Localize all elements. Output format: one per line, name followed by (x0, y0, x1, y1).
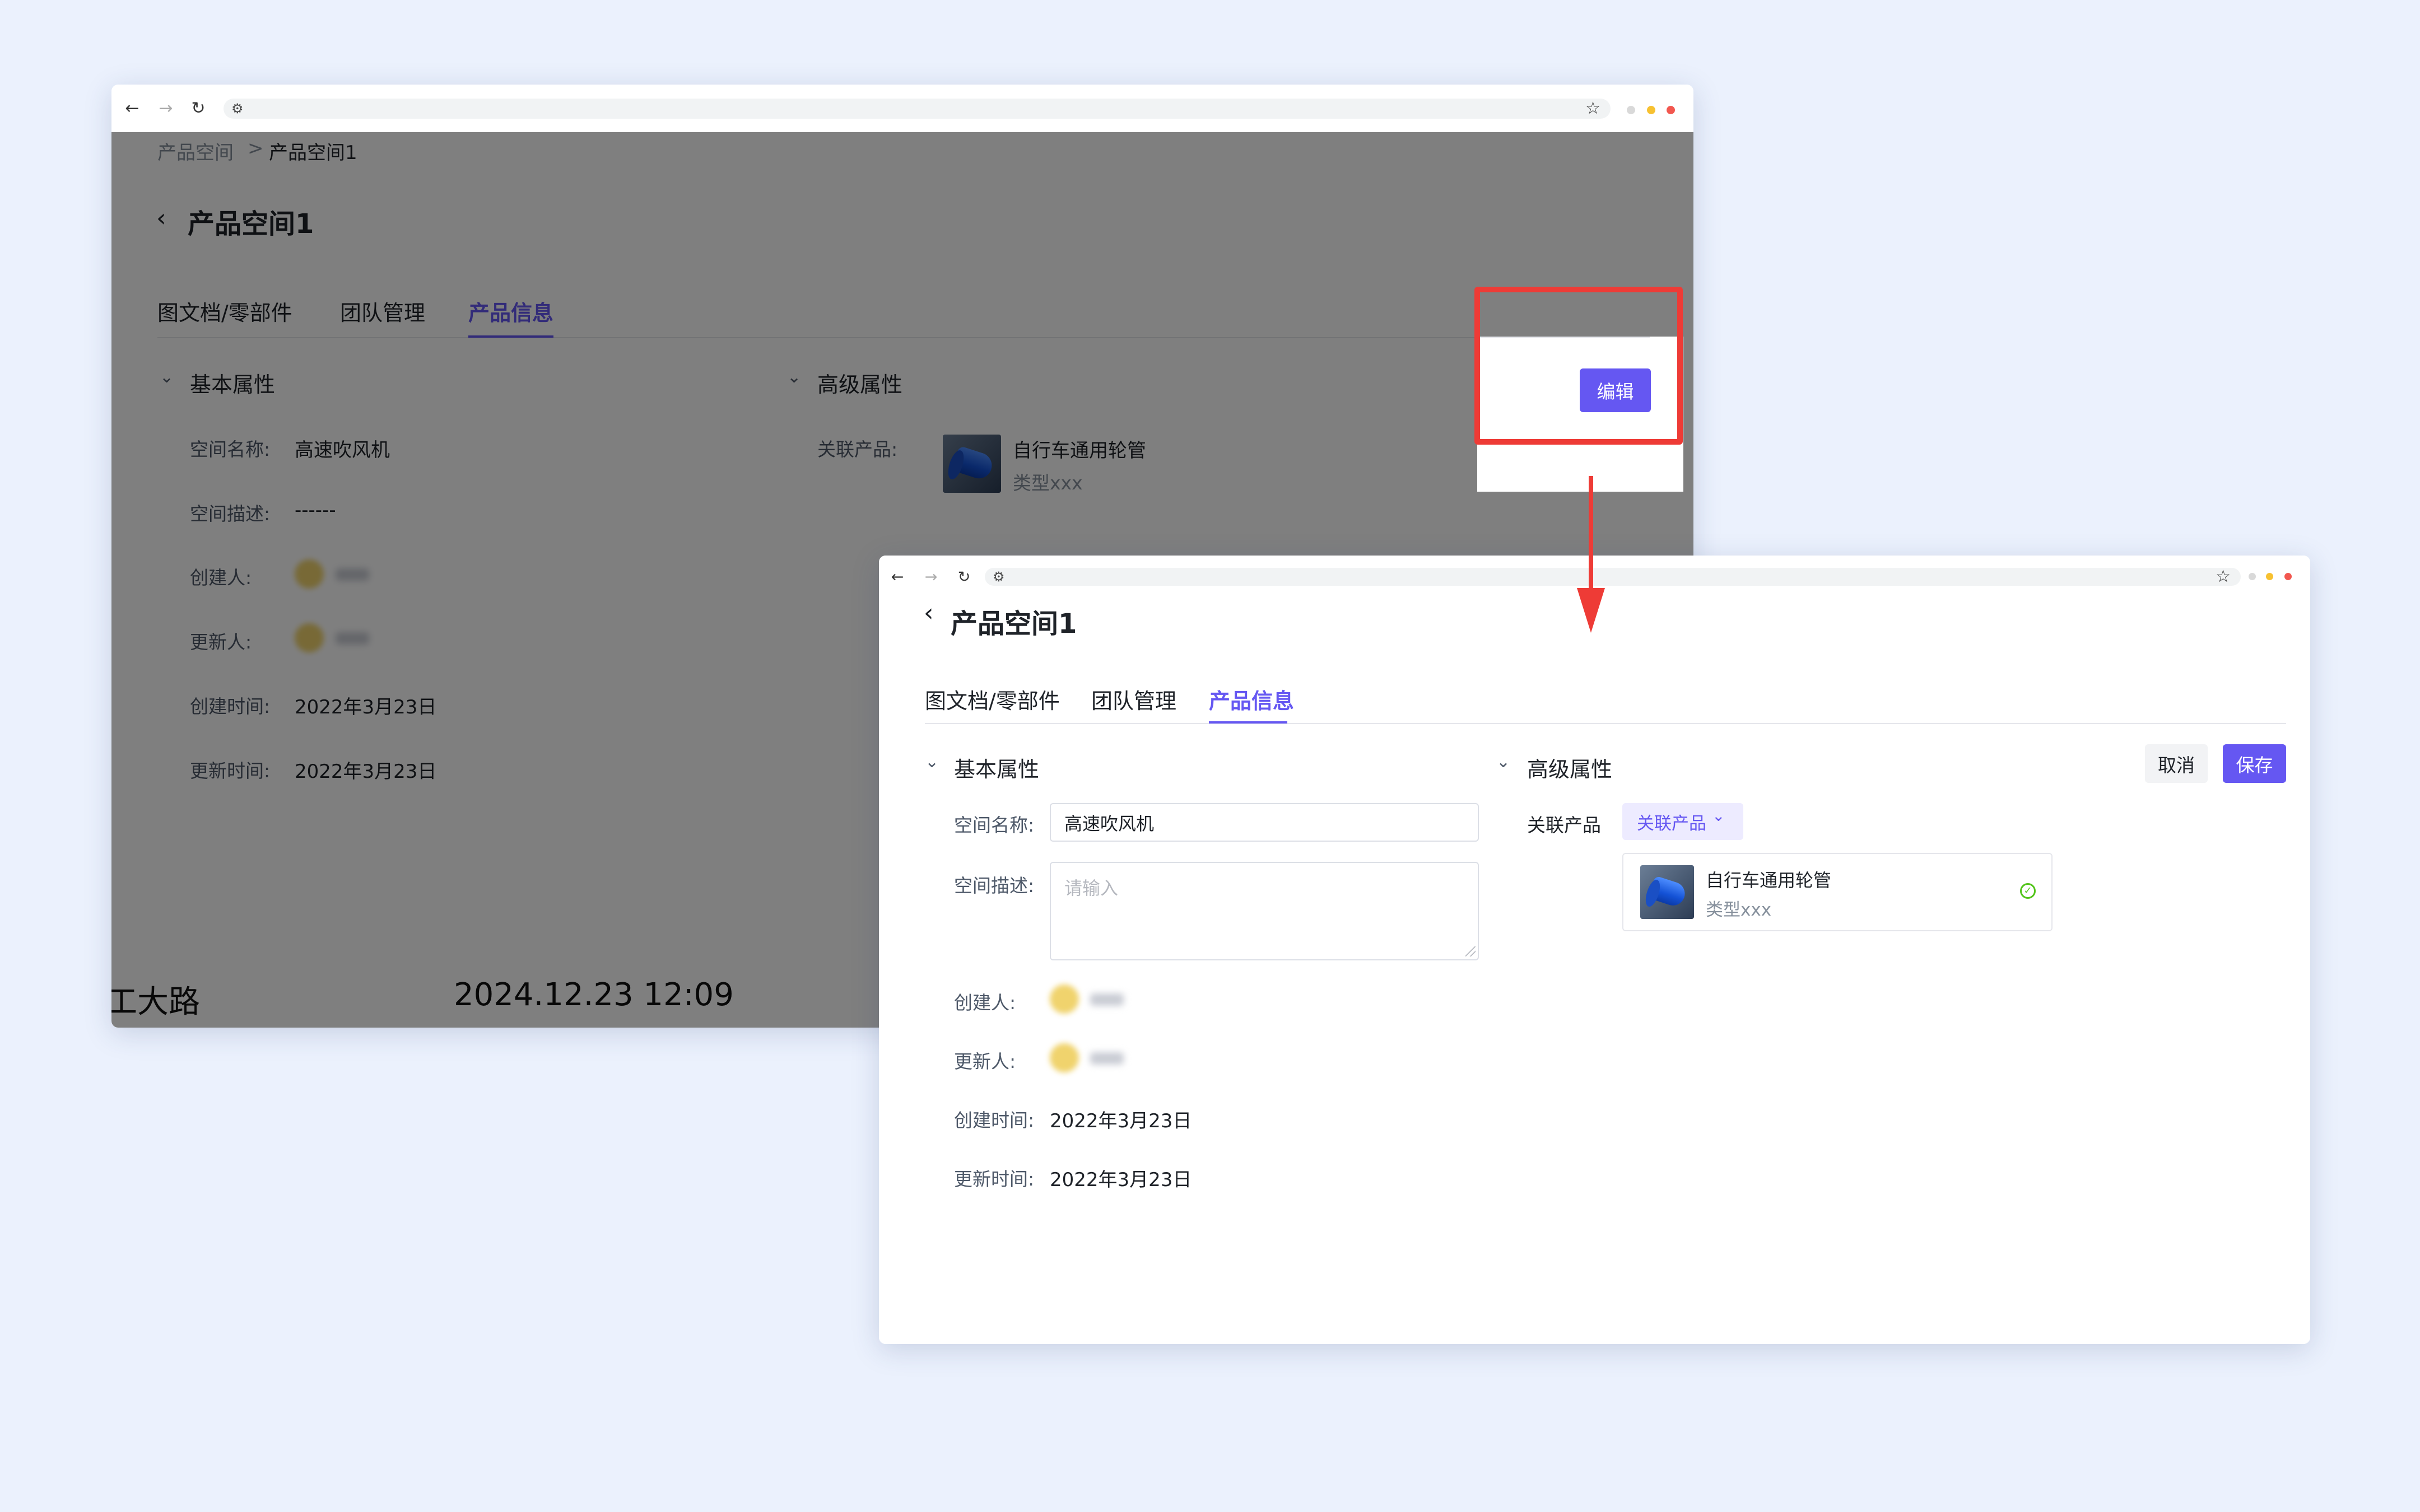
address-bar[interactable]: ⚙ ☆ (985, 568, 2241, 586)
chevron-down-icon[interactable]: ⌄ (160, 367, 174, 387)
advanced-section-heading: 高级属性 (1527, 757, 1613, 782)
page-title: 产品空间1 (951, 608, 1077, 640)
back-chevron-icon[interactable]: ‹ (924, 599, 934, 627)
field-value-created: 2022年3月23日 (1050, 1110, 1192, 1132)
field-label-desc: 空间描述: (954, 875, 1035, 897)
back-chevron-icon[interactable]: ‹ (156, 204, 166, 232)
tab-team[interactable]: 团队管理 (1091, 684, 1176, 715)
avatar (295, 623, 324, 652)
arrow-left-icon[interactable]: ← (123, 99, 142, 118)
avatar (1050, 1043, 1079, 1072)
window-dot-yellow (2266, 573, 2273, 580)
field-label-updated: 更新时间: (190, 760, 271, 782)
window-dot-grey (1627, 106, 1635, 114)
footer-timestamp: 2024.12.23 12:09 (454, 977, 734, 1013)
tune-icon[interactable]: ⚙ (231, 99, 244, 119)
check-circle-icon: ✓ (2020, 883, 2036, 899)
active-tab-indicator (1209, 721, 1287, 724)
linked-product-label: 关联产品: (817, 438, 898, 460)
edit-mode-window: ← → ↻ ⚙ ☆ ‹ 产品空间1 图文档/零部件 团队管理 产品信息 ⌄ 基本… (879, 556, 2310, 1344)
tune-icon[interactable]: ⚙ (993, 568, 1005, 586)
blurred-username (1090, 993, 1124, 1006)
linked-product-name[interactable]: 自行车通用轮管 (1013, 435, 1146, 463)
field-label-desc: 空间描述: (190, 503, 271, 525)
avatar (1050, 984, 1079, 1014)
tabs-divider (925, 723, 2286, 724)
tab-product-info[interactable]: 产品信息 (1209, 684, 1294, 715)
resize-handle-icon[interactable] (1465, 946, 1476, 956)
field-value-desc: ------ (295, 499, 336, 521)
tab-documents[interactable]: 图文档/零部件 (157, 296, 292, 326)
field-label-updater: 更新人: (190, 631, 252, 653)
field-value-updated: 2022年3月23日 (295, 760, 437, 783)
window-dot-yellow (1647, 106, 1655, 114)
product-thumbnail (1640, 865, 1694, 919)
advanced-section-heading: 高级属性 (817, 372, 903, 397)
tab-documents[interactable]: 图文档/零部件 (925, 684, 1060, 715)
browser-toolbar: ← → ↻ ⚙ ☆ (111, 85, 1693, 132)
field-value-created: 2022年3月23日 (295, 696, 437, 718)
breadcrumb-parent[interactable]: 产品空间 (157, 137, 234, 165)
chevron-down-icon[interactable]: ⌄ (787, 367, 801, 387)
star-icon[interactable]: ☆ (2216, 568, 2231, 586)
field-label-creator: 创建人: (954, 992, 1016, 1014)
window-dot-grey (2249, 573, 2256, 580)
window-dot-red (1667, 106, 1675, 114)
window-dot-red (2284, 573, 2292, 580)
product-thumbnail (943, 435, 1001, 493)
space-desc-textarea[interactable] (1050, 862, 1479, 960)
field-label-name: 空间名称: (190, 438, 271, 460)
linked-product-label: 关联产品 (1527, 814, 1601, 836)
cancel-button[interactable]: 取消 (2145, 744, 2208, 783)
field-value-updated: 2022年3月23日 (1050, 1169, 1192, 1191)
arrow-left-icon[interactable]: ← (888, 568, 907, 587)
space-name-input[interactable] (1050, 803, 1479, 842)
field-label-updated: 更新时间: (954, 1168, 1035, 1190)
linked-product-name: 自行车通用轮管 (1706, 870, 1832, 891)
edit-page: ‹ 产品空间1 图文档/零部件 团队管理 产品信息 ⌄ 基本属性 空间名称: 空… (879, 599, 2310, 1344)
linked-product-dropdown-label: 关联产品 (1637, 813, 1706, 834)
blurred-username (336, 632, 369, 645)
arrow-right-icon[interactable]: → (922, 568, 941, 587)
chevron-down-icon[interactable]: ⌄ (925, 752, 939, 772)
active-tab-indicator (468, 335, 553, 338)
reload-icon[interactable]: ↻ (189, 99, 208, 118)
blurred-username (336, 568, 369, 581)
linked-product-type: 类型xxx (1706, 900, 1772, 920)
basic-section-heading: 基本属性 (190, 372, 276, 397)
tab-team[interactable]: 团队管理 (340, 296, 425, 326)
linked-product-type: 类型xxx (1013, 472, 1083, 494)
arrow-right-icon[interactable]: → (156, 99, 175, 118)
field-label-name: 空间名称: (954, 814, 1035, 836)
basic-section-heading: 基本属性 (954, 757, 1040, 782)
avatar (295, 559, 324, 589)
field-label-created: 创建时间: (190, 696, 271, 717)
tabs-divider (157, 337, 1648, 338)
footer-location: 工大路 (111, 984, 200, 1020)
page-title: 产品空间1 (188, 208, 314, 240)
field-label-creator: 创建人: (190, 567, 252, 589)
save-button[interactable]: 保存 (2223, 744, 2286, 783)
tab-product-info[interactable]: 产品信息 (468, 296, 553, 326)
linked-product-card[interactable]: 自行车通用轮管 类型xxx ✓ (1622, 853, 2053, 931)
field-label-created: 创建时间: (954, 1109, 1035, 1131)
chevron-down-icon[interactable]: ⌄ (1496, 752, 1510, 772)
highlight-callout-box (1474, 287, 1683, 445)
field-value-name: 高速吹风机 (295, 439, 390, 461)
reload-icon[interactable]: ↻ (955, 568, 974, 587)
star-icon[interactable]: ☆ (1585, 99, 1600, 119)
address-bar[interactable]: ⚙ ☆ (224, 99, 1611, 119)
breadcrumb-current: 产品空间1 (269, 142, 357, 164)
blurred-username (1090, 1052, 1124, 1065)
linked-product-dropdown[interactable]: 关联产品 ⌄ (1622, 803, 1743, 840)
breadcrumb-separator: > (248, 137, 264, 160)
chevron-down-icon: ⌄ (1712, 806, 1725, 825)
arrow-down-icon (1577, 476, 1605, 633)
field-label-updater: 更新人: (954, 1051, 1016, 1072)
